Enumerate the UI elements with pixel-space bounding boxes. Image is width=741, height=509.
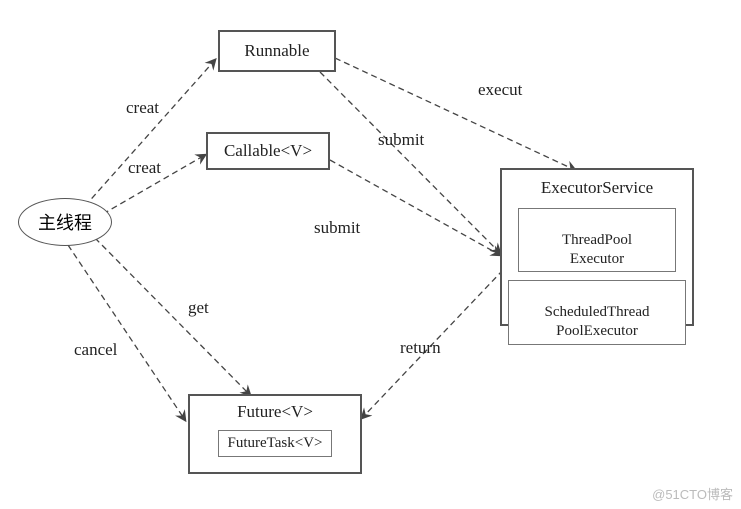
scheduledthreadpoolexecutor-label: ScheduledThread PoolExecutor [545,304,650,339]
threadpoolexecutor-label: ThreadPool Executor [562,232,632,267]
main-thread-node: 主线程 [18,198,112,246]
executorservice-node: ExecutorService ThreadPool Executor Sche… [500,168,694,326]
futuretask-label: FutureTask<V> [227,435,322,451]
callable-node: Callable<V> [206,132,330,170]
edge-get-label: get [188,298,209,318]
callable-label: Callable<V> [224,141,312,161]
edge-creat2-label: creat [128,158,161,178]
edge-cancel-label: cancel [74,340,117,360]
futuretask-node: FutureTask<V> [218,430,331,457]
runnable-node: Runnable [218,30,336,72]
edge-execut-label: execut [478,80,522,100]
executorservice-label: ExecutorService [541,178,653,198]
edge-submit1-label: submit [378,130,424,150]
runnable-label: Runnable [244,41,309,61]
scheduledthreadpoolexecutor-node: ScheduledThread PoolExecutor [508,280,686,344]
watermark: @51CTO博客 [652,484,733,503]
edge-submit2-label: submit [314,218,360,238]
threadpoolexecutor-node: ThreadPool Executor [518,208,676,272]
edge-creat1-label: creat [126,98,159,118]
main-thread-label: 主线程 [38,209,92,235]
edge-return-label: return [400,338,441,358]
future-label: Future<V> [237,402,313,422]
future-node: Future<V> FutureTask<V> [188,394,362,474]
